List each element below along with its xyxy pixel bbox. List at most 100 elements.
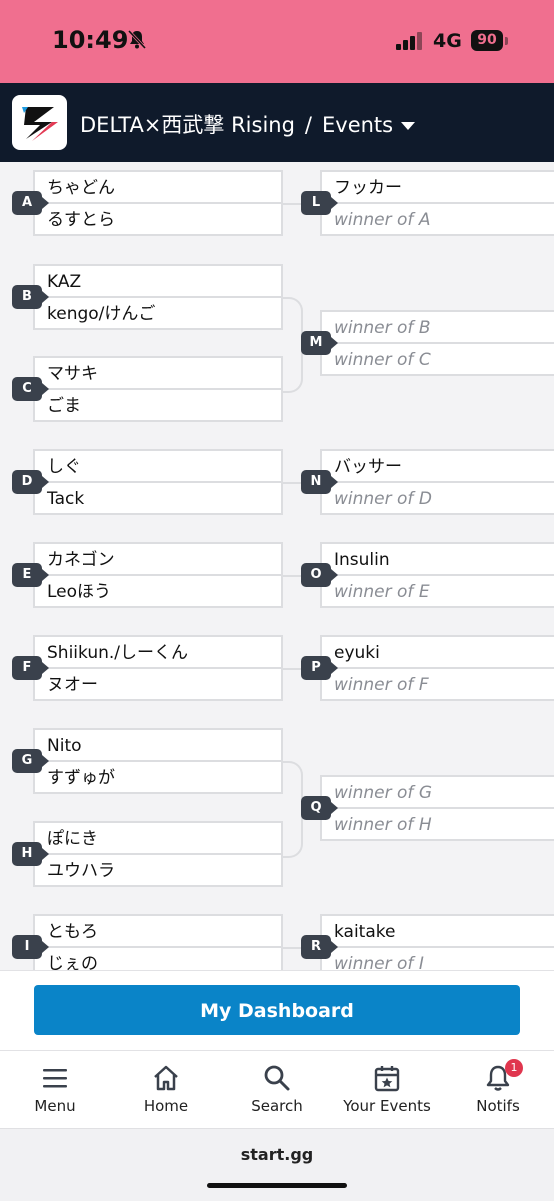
breadcrumb-separator: / bbox=[304, 113, 312, 137]
player-name: ユウハラ bbox=[47, 861, 115, 881]
player-name: eyuki bbox=[322, 637, 554, 669]
match-id-badge: R bbox=[301, 935, 338, 959]
my-dashboard-button[interactable]: My Dashboard bbox=[34, 985, 520, 1035]
player-name: るすとら bbox=[47, 210, 115, 230]
match-card[interactable]: Shiikun./しーくんヌオー bbox=[33, 635, 283, 701]
network-type: 4G bbox=[433, 30, 462, 52]
startgg-logo-icon[interactable] bbox=[12, 95, 67, 150]
match-card[interactable]: kaitake winner of I bbox=[320, 914, 554, 970]
tab-home[interactable]: Home bbox=[111, 1063, 221, 1115]
player-name: ヌオー bbox=[47, 675, 98, 695]
player-name: カネゴン bbox=[35, 544, 281, 576]
player-name: ごま bbox=[47, 396, 81, 416]
url-text[interactable]: start.gg bbox=[0, 1145, 554, 1164]
home-indicator bbox=[207, 1183, 347, 1188]
player-name: マサキ bbox=[35, 358, 281, 390]
app-header: DELTA×西武撃 Rising / Events bbox=[0, 83, 554, 162]
player-name: kaitake bbox=[322, 916, 554, 948]
player-name: フッカー bbox=[322, 172, 554, 204]
player-name: Shiikun./しーくん bbox=[35, 637, 281, 669]
match-id-badge: I bbox=[12, 935, 49, 959]
match-id-badge: Q bbox=[301, 796, 338, 820]
match-id-badge: H bbox=[12, 842, 49, 866]
match-card[interactable]: フッカー winner of A bbox=[320, 170, 554, 236]
notification-badge: 1 bbox=[505, 1059, 523, 1077]
player-name: ちゃどん bbox=[35, 172, 281, 204]
player-name: winner of D bbox=[334, 489, 432, 509]
match-card[interactable]: しぐ Tack bbox=[33, 449, 283, 515]
player-name: すずゅが bbox=[47, 768, 115, 788]
bell-muted-icon bbox=[127, 29, 147, 50]
tab-menu[interactable]: Menu bbox=[0, 1063, 110, 1115]
player-name: Nito bbox=[35, 730, 281, 762]
match-id-badge: L bbox=[301, 191, 338, 215]
match-id-badge: M bbox=[301, 331, 338, 355]
match-card[interactable]: KAZ kengo/けんご bbox=[33, 264, 283, 330]
player-name: KAZ bbox=[35, 266, 281, 298]
status-bar: 10:49 4G 90 bbox=[0, 0, 554, 83]
tab-search[interactable]: Search bbox=[222, 1063, 332, 1115]
player-name: winner of C bbox=[334, 350, 431, 370]
signal-icon bbox=[396, 32, 422, 50]
tab-label: Your Events bbox=[343, 1097, 431, 1115]
player-name: Leoほう bbox=[47, 582, 112, 602]
event-name[interactable]: DELTA×西武撃 Rising bbox=[80, 113, 295, 137]
tab-label: Notifs bbox=[476, 1097, 520, 1115]
player-name: しぐ bbox=[35, 451, 281, 483]
match-id-badge: O bbox=[301, 563, 338, 587]
calendar-star-icon bbox=[374, 1066, 400, 1092]
player-name: winner of F bbox=[334, 675, 429, 695]
match-card[interactable]: eyuki winner of F bbox=[320, 635, 554, 701]
match-card[interactable]: ちゃどんるすとら bbox=[33, 170, 283, 236]
tab-label: Search bbox=[251, 1097, 303, 1115]
player-name: winner of I bbox=[334, 954, 424, 970]
match-card[interactable]: ぽにきユウハラ bbox=[33, 821, 283, 887]
header-title[interactable]: DELTA×西武撃 Rising / Events bbox=[80, 109, 416, 139]
match-card[interactable]: Insulin winner of E bbox=[320, 542, 554, 608]
match-card[interactable]: バッサー winner of D bbox=[320, 449, 554, 515]
bracket-view[interactable]: ちゃどんるすとら A KAZ kengo/けんご B マサキごま C しぐ Tack D カネゴン L… bbox=[0, 162, 554, 970]
search-icon bbox=[264, 1065, 290, 1091]
match-card[interactable]: ともろじぇの bbox=[33, 914, 283, 970]
cta-bar: My Dashboard bbox=[0, 970, 554, 1051]
player-name: バッサー bbox=[322, 451, 554, 483]
match-id-badge: P bbox=[301, 656, 338, 680]
match-card[interactable]: winner of G winner of H bbox=[320, 775, 554, 841]
menu-icon bbox=[43, 1069, 67, 1088]
tab-your-events[interactable]: Your Events bbox=[332, 1063, 442, 1115]
match-card[interactable]: カネゴン Leoほう bbox=[33, 542, 283, 608]
chevron-down-icon[interactable] bbox=[401, 122, 416, 130]
player-name: Tack bbox=[47, 489, 85, 509]
status-time: 10:49 bbox=[52, 26, 129, 54]
battery-icon: 90 bbox=[471, 30, 503, 51]
match-id-badge: D bbox=[12, 470, 49, 494]
tab-label: Menu bbox=[34, 1097, 76, 1115]
player-name: ぽにき bbox=[35, 823, 281, 855]
player-name: ともろ bbox=[35, 916, 281, 948]
bracket-connector bbox=[283, 297, 303, 393]
tab-notifs[interactable]: 1 Notifs bbox=[443, 1059, 553, 1115]
match-id-badge: A bbox=[12, 191, 49, 215]
player-name: kengo/けんご bbox=[47, 304, 156, 324]
player-name: じぇの bbox=[47, 954, 98, 970]
match-card[interactable]: winner of B winner of C bbox=[320, 310, 554, 376]
player-name: winner of E bbox=[334, 582, 430, 602]
match-id-badge: N bbox=[301, 470, 338, 494]
match-id-badge: C bbox=[12, 377, 49, 401]
match-card[interactable]: Nito すずゅが bbox=[33, 728, 283, 794]
bracket-connector bbox=[283, 761, 303, 858]
match-card[interactable]: マサキごま bbox=[33, 356, 283, 422]
match-id-badge: G bbox=[12, 749, 49, 773]
browser-url-bar[interactable]: start.gg bbox=[0, 1128, 554, 1201]
battery-tip bbox=[505, 37, 508, 45]
player-name: Insulin bbox=[322, 544, 554, 576]
player-name: winner of H bbox=[334, 815, 432, 835]
tab-label: Home bbox=[143, 1097, 189, 1115]
match-id-badge: E bbox=[12, 563, 49, 587]
home-icon bbox=[154, 1065, 178, 1091]
match-id-badge: B bbox=[12, 285, 49, 309]
player-name: winner of A bbox=[334, 210, 431, 230]
bottom-tab-bar: Menu Home Search Your Events 1 Notifs bbox=[0, 1050, 554, 1129]
player-name: winner of B bbox=[322, 312, 554, 344]
section-dropdown[interactable]: Events bbox=[322, 113, 393, 137]
